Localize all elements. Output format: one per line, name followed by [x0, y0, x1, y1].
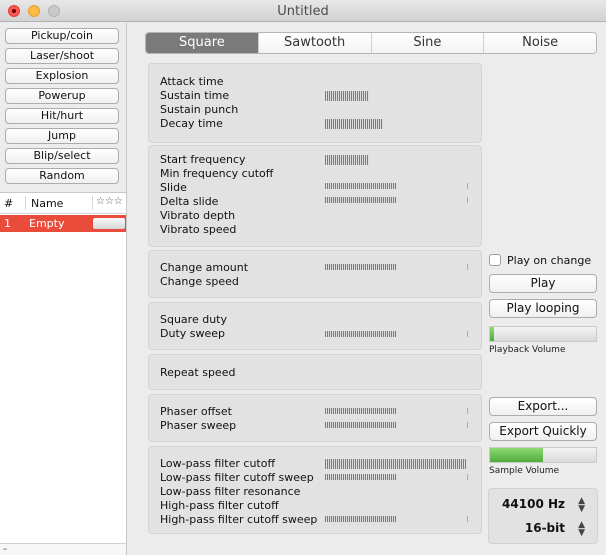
filter-group: Low-pass filter cutoff Low-pass filter c…	[148, 446, 482, 534]
playback-volume-slider[interactable]	[489, 326, 597, 342]
slide-slider-end	[467, 183, 468, 189]
duty-group: Square duty Duty sweep	[148, 302, 482, 350]
param-attack-time-label: Attack time	[160, 75, 224, 88]
lowpass-cutoff-sweep-slider-end	[467, 474, 468, 480]
change-amount-slider-end	[467, 264, 468, 270]
param-highpass-cutoff-label: High-pass filter cutoff	[160, 499, 279, 512]
column-rating-header[interactable]: ☆☆☆	[96, 196, 123, 207]
preset-random-button[interactable]: Random	[5, 168, 119, 184]
tab-sine[interactable]: Sine	[370, 33, 484, 53]
phaser-sweep-slider-end	[467, 422, 468, 428]
playback-volume-label: Playback Volume	[489, 345, 566, 355]
param-decay-time-label: Decay time	[160, 117, 223, 130]
tab-square[interactable]: Square	[146, 33, 258, 53]
export-quickly-button[interactable]: Export Quickly	[489, 422, 597, 441]
column-divider	[25, 196, 26, 210]
sound-list[interactable]: # Name ☆☆☆ 1 Empty -	[0, 192, 126, 555]
preset-blip-select-button[interactable]: Blip/select	[5, 148, 119, 164]
waveform-tabs: Square Sawtooth Sine Noise	[145, 32, 597, 54]
bit-depth-select[interactable]: 16-bit	[525, 521, 565, 535]
param-slide-label: Slide	[160, 181, 187, 194]
slide-slider[interactable]	[325, 183, 397, 189]
param-vibrato-speed-label: Vibrato speed	[160, 223, 237, 236]
tab-noise[interactable]: Noise	[483, 33, 596, 53]
param-phaser-offset-label: Phaser offset	[160, 405, 232, 418]
list-item-number: 1	[4, 217, 11, 230]
preset-pickup-coin-button[interactable]: Pickup/coin	[5, 28, 119, 44]
sample-volume-fill	[490, 448, 543, 462]
export-button[interactable]: Export...	[489, 397, 597, 416]
playback-volume-fill	[490, 327, 495, 341]
decay-time-slider[interactable]	[325, 119, 383, 129]
duty-sweep-slider[interactable]	[325, 331, 397, 337]
envelope-group: Attack time Sustain time Sustain punch D…	[148, 63, 482, 143]
param-sustain-time-label: Sustain time	[160, 89, 230, 102]
param-lowpass-cutoff-label: Low-pass filter cutoff	[160, 457, 276, 470]
sample-rate-select[interactable]: 44100 Hz	[502, 497, 565, 511]
sustain-time-slider[interactable]	[325, 91, 369, 101]
param-start-frequency-label: Start frequency	[160, 153, 246, 166]
param-square-duty-label: Square duty	[160, 313, 227, 326]
phaser-offset-slider-end	[467, 408, 468, 414]
param-delta-slide-label: Delta slide	[160, 195, 219, 208]
play-button[interactable]: Play	[489, 274, 597, 293]
frequency-group: Start frequency Min frequency cutoff Sli…	[148, 145, 482, 247]
title-bar: Untitled	[0, 0, 606, 22]
param-vibrato-depth-label: Vibrato depth	[160, 209, 236, 222]
lowpass-cutoff-slider[interactable]	[325, 459, 467, 469]
preset-explosion-button[interactable]: Explosion	[5, 68, 119, 84]
param-min-frequency-cutoff-label: Min frequency cutoff	[160, 167, 274, 180]
preset-jump-button[interactable]: Jump	[5, 128, 119, 144]
play-on-change-label: Play on change	[507, 254, 592, 267]
param-sustain-punch-label: Sustain punch	[160, 103, 239, 116]
param-change-amount-label: Change amount	[160, 261, 249, 274]
list-item-name: Empty	[29, 217, 65, 230]
param-repeat-speed-label: Repeat speed	[160, 366, 236, 379]
param-lowpass-resonance-label: Low-pass filter resonance	[160, 485, 301, 498]
rating-control[interactable]	[93, 218, 125, 229]
delta-slide-slider[interactable]	[325, 197, 397, 203]
phaser-offset-slider[interactable]	[325, 408, 397, 414]
column-divider	[92, 196, 93, 210]
list-header: # Name ☆☆☆	[0, 193, 126, 214]
list-footer: -	[0, 542, 126, 555]
lowpass-cutoff-sweep-slider[interactable]	[325, 474, 397, 480]
highpass-cutoff-sweep-slider[interactable]	[325, 516, 397, 522]
tab-sawtooth[interactable]: Sawtooth	[257, 33, 371, 53]
window-title: Untitled	[277, 4, 329, 19]
duty-sweep-slider-end	[467, 331, 468, 337]
bit-depth-stepper-icon[interactable]: ▲ ▼	[578, 521, 585, 538]
param-highpass-cutoff-sweep-label: High-pass filter cutoff sweep	[160, 513, 318, 526]
param-duty-sweep-label: Duty sweep	[160, 327, 226, 340]
sample-volume-slider[interactable]	[489, 447, 597, 463]
column-number-header[interactable]: #	[4, 197, 13, 210]
change-amount-slider[interactable]	[325, 264, 397, 270]
delta-slide-slider-end	[467, 197, 468, 203]
phaser-group: Phaser offset Phaser sweep	[148, 394, 482, 442]
sample-volume-label: Sample Volume	[489, 466, 560, 476]
preset-powerup-button[interactable]: Powerup	[5, 88, 119, 104]
list-item[interactable]: 1 Empty	[0, 215, 126, 232]
play-looping-button[interactable]: Play looping	[489, 299, 597, 318]
sidebar: Pickup/coin Laser/shoot Explosion Poweru…	[0, 23, 127, 555]
preset-laser-shoot-button[interactable]: Laser/shoot	[5, 48, 119, 64]
start-frequency-slider[interactable]	[325, 155, 369, 165]
param-phaser-sweep-label: Phaser sweep	[160, 419, 237, 432]
column-name-header[interactable]: Name	[31, 197, 63, 210]
repeat-group: Repeat speed	[148, 354, 482, 390]
param-change-speed-label: Change speed	[160, 275, 239, 288]
preset-hit-hurt-button[interactable]: Hit/hurt	[5, 108, 119, 124]
param-lowpass-cutoff-sweep-label: Low-pass filter cutoff sweep	[160, 471, 314, 484]
remove-sound-button[interactable]: -	[3, 542, 7, 555]
play-on-change-checkbox[interactable]	[489, 254, 501, 266]
highpass-cutoff-sweep-slider-end	[467, 516, 468, 522]
phaser-sweep-slider[interactable]	[325, 422, 397, 428]
sample-rate-stepper-icon[interactable]: ▲ ▼	[578, 497, 585, 514]
export-format-panel: 44100 Hz ▲ ▼ 16-bit ▲ ▼	[488, 488, 598, 544]
change-group: Change amount Change speed	[148, 250, 482, 298]
